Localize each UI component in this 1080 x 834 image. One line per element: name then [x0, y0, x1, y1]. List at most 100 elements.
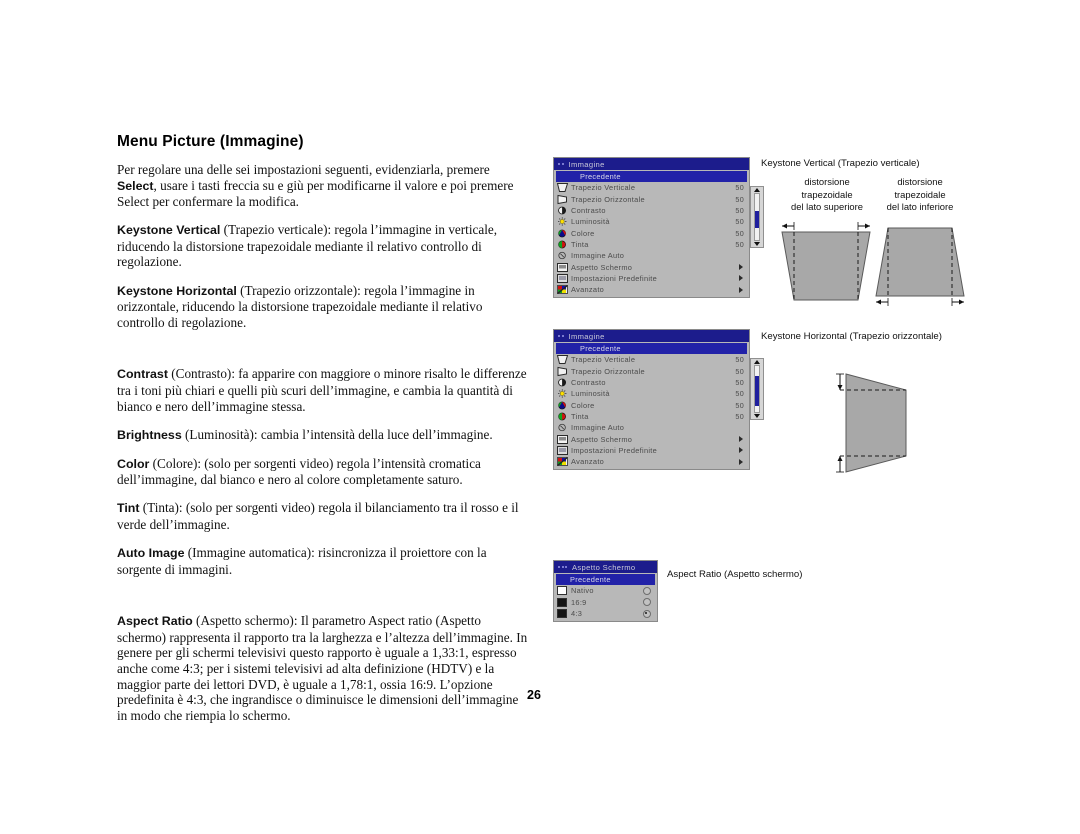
menu-item-label: Precedente [580, 344, 621, 354]
menu-item-luminosita[interactable]: Luminosità 50 [556, 216, 747, 227]
menu-item-trapezio-orizzontale[interactable]: Trapezio Orizzontale 50 [556, 366, 747, 377]
page-number: 26 [527, 688, 541, 702]
menu-item-colore[interactable]: Colore 50 [556, 399, 747, 410]
menu-title-bar: Immagine [554, 330, 749, 342]
menu-item-label: Tinta [571, 411, 589, 421]
contrast-icon [557, 378, 568, 387]
swatch-icon [557, 609, 567, 619]
menu-item-colore[interactable]: Colore 50 [556, 227, 747, 238]
aspect-option-4-3[interactable]: 4:3 [556, 608, 655, 619]
aspect-option-16-9[interactable]: 16:9 [556, 597, 655, 608]
scrollbar-vertical-top[interactable] [750, 186, 764, 248]
menu-body: Precedente Nativo 16:9 4:3 [554, 573, 657, 621]
scroll-down-arrow-icon[interactable] [754, 242, 760, 246]
scroll-up-arrow-icon[interactable] [754, 188, 760, 192]
menu-level-dots-icon [558, 163, 564, 165]
paragraph-aspect-ratio: Aspect Ratio (Aspetto schermo): Il param… [117, 613, 529, 723]
document-page: Menu Picture (Immagine) Per regolare una… [0, 0, 1080, 834]
menu-item-label: Trapezio Verticale [571, 183, 636, 193]
menu-item-label: Impostazioni Predefinite [571, 445, 658, 455]
menu-item-aspetto-schermo[interactable]: Aspetto Schermo [556, 261, 747, 272]
menu-item-label: Contrasto [571, 378, 606, 388]
menu-item-value: 50 [735, 206, 744, 216]
text-column: Menu Picture (Immagine) Per regolare una… [117, 133, 529, 723]
radio-button-selected[interactable] [643, 609, 651, 618]
menu-item-impostazioni-predefinite[interactable]: Impostazioni Predefinite [556, 273, 747, 284]
scrollbar-vertical-middle[interactable] [750, 358, 764, 420]
menu-item-impostazioni-predefinite[interactable]: Impostazioni Predefinite [556, 445, 747, 456]
menu-item-trapezio-orizzontale[interactable]: Trapezio Orizzontale 50 [556, 194, 747, 205]
menu-item-label: Avanzato [571, 457, 605, 467]
menu-title-label: Aspetto Schermo [572, 562, 636, 572]
figure-caption-keystone-vertical: Keystone Vertical (Trapezio verticale) [761, 158, 920, 169]
menu-item-value: 50 [735, 411, 744, 421]
term-contrast: Contrast [117, 367, 168, 382]
menu-item-avanzato[interactable]: Avanzato [556, 456, 747, 467]
menu-item-label: Luminosità [571, 217, 610, 227]
menu-item-immagine-auto[interactable]: Immagine Auto [556, 422, 747, 433]
menu-item-label: Aspetto Schermo [571, 262, 633, 272]
menu-item-label: Colore [571, 228, 595, 238]
menu-item-contrasto[interactable]: Contrasto 50 [556, 205, 747, 216]
menu-item-label: Tinta [571, 239, 589, 249]
scrollbar-track[interactable] [754, 193, 760, 241]
aspect-option-nativo[interactable]: Nativo [556, 585, 655, 596]
menu-item-label: Immagine Auto [571, 251, 625, 261]
keystone-vertical-icon [556, 355, 569, 365]
menu-item-label: Aspetto Schermo [571, 434, 633, 444]
desc-aspect-ratio: (Aspetto schermo): Il parametro Aspect r… [117, 613, 528, 723]
advanced-icon [557, 285, 568, 295]
scrollbar-thumb[interactable] [755, 210, 759, 229]
menu-item-label: 4:3 [571, 609, 583, 619]
menu-item-label: Precedente [580, 172, 621, 182]
keystone-horizontal-icon [557, 194, 568, 204]
menu-item-luminosita[interactable]: Luminosità 50 [556, 388, 747, 399]
menu-level-dots-icon [558, 566, 567, 568]
aspect-ratio-icon [557, 262, 568, 272]
scroll-down-arrow-icon[interactable] [754, 414, 760, 418]
label-line-1: distorsione [897, 176, 943, 187]
page-title: Menu Picture (Immagine) [117, 133, 304, 150]
scroll-up-arrow-icon[interactable] [754, 360, 760, 364]
menu-item-tinta[interactable]: Tinta 50 [556, 239, 747, 250]
menu-item-precedente[interactable]: Precedente [556, 171, 747, 183]
color-icon [557, 401, 568, 410]
figure-caption-aspect-ratio: Aspect Ratio (Aspetto schermo) [667, 569, 803, 580]
menu-item-trapezio-verticale[interactable]: Trapezio Verticale 50 [556, 354, 747, 365]
menu-item-precedente[interactable]: Precedente [556, 343, 747, 355]
term-tint: Tint [117, 501, 140, 516]
menu-item-label: Trapezio Orizzontale [571, 194, 645, 204]
term-auto-image: Auto Image [117, 546, 185, 561]
keystone-horizontal-icon [557, 366, 568, 376]
desc-color: (Colore): (solo per sorgenti video) rego… [117, 455, 481, 488]
menu-item-tinta[interactable]: Tinta 50 [556, 411, 747, 422]
radio-button[interactable] [643, 586, 651, 595]
figure-label-top-distortion: distorsione trapezoidale del lato superi… [779, 176, 875, 214]
picture-menu-top[interactable]: Immagine Precedente Trapezio Verticale 5… [553, 157, 750, 299]
menu-item-precedente[interactable]: Precedente [556, 574, 655, 586]
auto-image-icon [557, 251, 568, 260]
menu-title-bar: Immagine [554, 158, 749, 170]
scrollbar-thumb[interactable] [755, 376, 759, 406]
menu-item-aspetto-schermo[interactable]: Aspetto Schermo [556, 433, 747, 444]
picture-menu-middle[interactable]: Immagine Precedente Trapezio Verticale 5… [553, 329, 750, 471]
menu-title-label: Immagine [568, 159, 605, 169]
aspect-ratio-menu[interactable]: Aspetto Schermo Precedente Nativo 16:9 4… [553, 560, 658, 623]
aspect-ratio-icon [557, 434, 568, 444]
term-keystone-horizontal: Keystone Horizontal [117, 283, 237, 298]
desc-contrast: (Contrasto): fa apparire con maggiore o … [117, 366, 527, 414]
menu-item-avanzato[interactable]: Avanzato [556, 284, 747, 295]
menu-item-immagine-auto[interactable]: Immagine Auto [556, 250, 747, 261]
intro-line-2: , usare i tasti freccia su e giù per mod… [153, 177, 514, 193]
desc-tint: (Tinta): (solo per sorgenti video) regol… [117, 500, 519, 532]
scrollbar-track[interactable] [754, 365, 760, 413]
brightness-icon [557, 217, 568, 227]
menu-item-label: Nativo [571, 586, 594, 596]
menu-item-contrasto[interactable]: Contrasto 50 [556, 377, 747, 388]
radio-button[interactable] [643, 598, 651, 607]
menu-item-label: Avanzato [571, 285, 605, 295]
label-line-2: trapezoidale [801, 188, 853, 200]
submenu-arrow-icon [739, 275, 743, 282]
menu-item-trapezio-verticale[interactable]: Trapezio Verticale 50 [556, 182, 747, 193]
presets-icon [557, 273, 568, 283]
